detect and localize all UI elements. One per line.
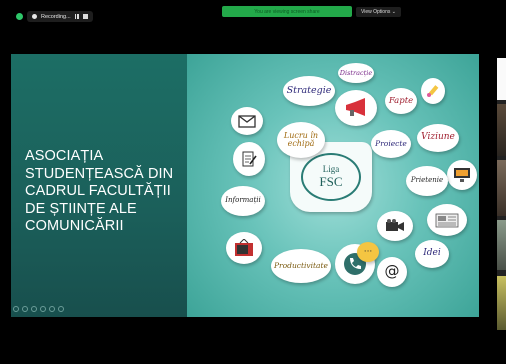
computer-bubble — [447, 160, 477, 190]
computer-icon — [454, 168, 470, 182]
tv-bubble — [226, 232, 262, 264]
prietenie-bubble: Prietenie — [406, 166, 448, 196]
newspaper-bubble — [427, 204, 467, 236]
document-pen-icon — [242, 151, 257, 167]
envelope-icon — [238, 114, 256, 128]
slide-title-line: ASOCIAȚIA — [25, 148, 104, 164]
video-camera-bubble — [377, 211, 413, 241]
slide-title-line: COMUNICĂRII — [25, 218, 124, 234]
pause-recording-button[interactable] — [74, 14, 79, 19]
fapte-bubble: Fapte — [385, 88, 417, 114]
recording-dot-icon — [32, 14, 37, 19]
ellipsis-icon: ··· — [363, 247, 373, 257]
viziune-bubble: Viziune — [417, 124, 459, 152]
strategie-bubble: Strategie — [283, 76, 335, 106]
liga-label: Liga — [322, 164, 340, 174]
document-bubble — [233, 142, 265, 176]
next-slide-icon[interactable] — [22, 306, 28, 312]
recording-controls: Recording... — [27, 11, 93, 22]
slide-title: ASOCIAȚIA STUDENȚEASCĂ DIN CADRUL FACULT… — [25, 148, 185, 236]
recording-label: Recording... — [41, 13, 71, 20]
more-options-icon[interactable] — [58, 306, 64, 312]
status-dot-icon — [16, 13, 23, 20]
lucru-in-echipa-bubble: Lucru în echipă — [277, 122, 325, 158]
view-options-label: View Options ⌄ — [361, 9, 396, 15]
distractie-bubble: Distracție — [338, 63, 374, 83]
recording-indicator: Recording... — [16, 11, 93, 22]
participant-tile[interactable] — [497, 104, 506, 156]
shared-slide: ASOCIAȚIA STUDENȚEASCĂ DIN CADRUL FACULT… — [11, 54, 479, 317]
participant-tile[interactable] — [497, 220, 506, 270]
megaphone-icon — [346, 98, 365, 116]
newspaper-icon — [435, 213, 459, 228]
slide-left-panel: ASOCIAȚIA STUDENȚEASCĂ DIN CADRUL FACULT… — [11, 54, 187, 317]
pen-tool-icon[interactable] — [31, 306, 37, 312]
at-bubble: @ — [377, 257, 407, 287]
prev-slide-icon[interactable] — [13, 306, 19, 312]
envelope-bubble — [231, 107, 263, 135]
slide-title-line: STUDENȚEASCĂ DIN — [25, 165, 174, 182]
view-options-button[interactable]: View Options ⌄ — [356, 7, 401, 17]
informatii-bubble: Informații — [221, 186, 265, 216]
zoom-icon[interactable] — [49, 306, 55, 312]
participant-tile-blank[interactable] — [497, 58, 506, 100]
marker-bubble — [421, 78, 445, 104]
megaphone-bubble — [335, 90, 377, 126]
participant-tile[interactable] — [497, 276, 506, 330]
productivitate-bubble: Productivitate — [271, 249, 331, 283]
video-camera-icon — [386, 219, 404, 231]
marker-icon — [427, 85, 439, 97]
slide-title-line: CADRUL FACULTĂȚII — [25, 183, 171, 199]
participant-tile[interactable] — [497, 160, 506, 216]
screen-share-banner: You are viewing screen share — [222, 6, 352, 17]
slide-bubbles-panel: Liga FSC Strategie Distracție Fapte Lucr… — [187, 54, 479, 317]
chat-bubble: ··· — [357, 242, 379, 262]
screen-share-text: You are viewing screen share — [254, 8, 320, 15]
proiecte-bubble: Proiecte — [371, 130, 411, 158]
view-slides-icon[interactable] — [40, 306, 46, 312]
stop-recording-button[interactable] — [82, 14, 88, 19]
slide-title-line: DE ȘTIINȚE ALE — [25, 200, 137, 217]
slide-navigation-controls[interactable] — [13, 306, 64, 312]
tv-icon — [235, 239, 253, 256]
idei-bubble: Idei — [415, 240, 449, 268]
fsc-label: FSC — [319, 174, 343, 189]
